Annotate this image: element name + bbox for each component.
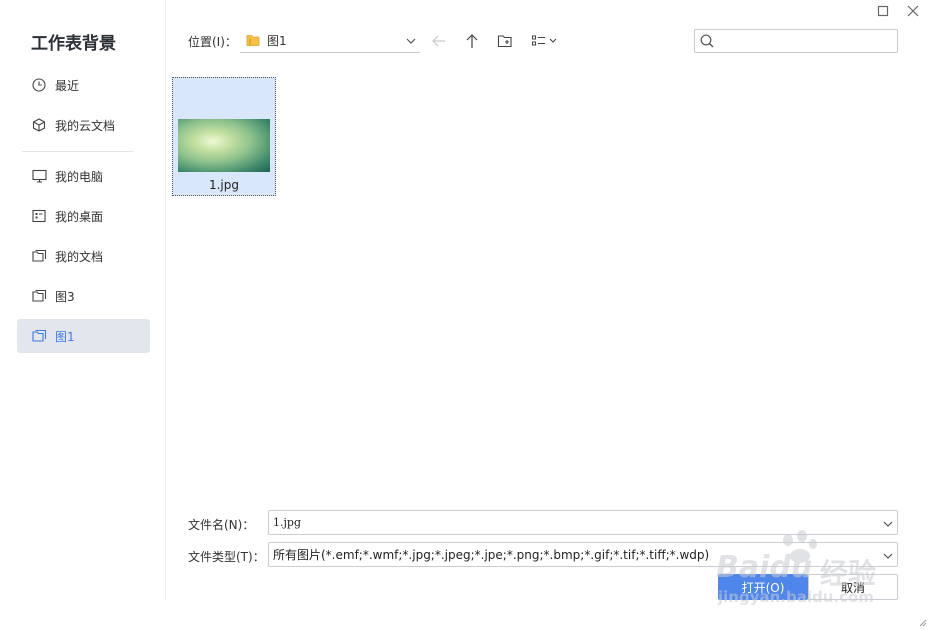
clock-icon — [31, 77, 47, 93]
cube-icon — [31, 117, 47, 133]
view-mode-button[interactable] — [530, 31, 560, 51]
folder-icon — [31, 288, 47, 304]
filename-value: 1.jpg — [273, 516, 301, 529]
search-input[interactable] — [718, 31, 897, 51]
filename-field[interactable]: 1.jpg — [268, 510, 898, 535]
desktop-icon — [31, 208, 47, 224]
sidebar-item-label: 我的桌面 — [55, 209, 104, 224]
sidebar-item-desktop[interactable]: 我的桌面 — [17, 199, 150, 233]
new-folder-icon — [497, 35, 512, 48]
sidebar-item-label: 我的云文档 — [55, 118, 116, 133]
search-box[interactable] — [694, 29, 898, 53]
image-thumbnail — [178, 119, 270, 172]
location-value: 图1 — [267, 33, 287, 48]
file-name: 1.jpg — [208, 178, 240, 192]
sidebar-item-my-computer[interactable]: 我的电脑 — [17, 159, 150, 193]
filetype-value: 所有图片(*.emf;*.wmf;*.jpg;*.jpeg;*.jpe;*.pn… — [273, 548, 710, 562]
sidebar-item-label: 最近 — [55, 78, 80, 93]
cancel-button[interactable]: 取消 — [808, 574, 898, 600]
folder-icon — [31, 328, 47, 344]
sidebar-item-recent[interactable]: 最近 — [17, 68, 150, 102]
arrow-up-icon — [466, 34, 478, 48]
sidebar-item-cloud-docs[interactable]: 我的云文档 — [17, 108, 150, 142]
file-item[interactable]: 1.jpg — [172, 77, 276, 196]
dialog-title: 工作表背景 — [31, 34, 116, 54]
maximize-icon — [877, 5, 889, 17]
new-folder-button[interactable] — [495, 31, 515, 51]
folder-icon — [31, 248, 47, 264]
chevron-down-icon — [883, 550, 893, 564]
filetype-select[interactable]: 所有图片(*.emf;*.wmf;*.jpg;*.jpeg;*.jpe;*.pn… — [268, 542, 898, 567]
window-controls — [874, 2, 922, 20]
sidebar-item-label: 我的电脑 — [55, 169, 104, 184]
sidebar-item-label: 图1 — [55, 329, 75, 344]
chevron-down-icon — [883, 518, 893, 532]
folder-icon — [246, 33, 260, 47]
filetype-label: 文件类型(T)： — [188, 550, 265, 564]
sidebar-item-folder-tu3[interactable]: 图3 — [17, 279, 150, 313]
up-button[interactable] — [462, 31, 482, 51]
sidebar-item-label: 图3 — [55, 289, 75, 304]
location-dropdown[interactable]: 图1 — [240, 28, 420, 53]
monitor-icon — [31, 168, 47, 184]
list-view-icon — [532, 35, 557, 46]
sidebar-item-my-documents[interactable]: 我的文档 — [17, 239, 150, 273]
open-button[interactable]: 打开(O) — [718, 574, 808, 600]
search-icon — [700, 34, 714, 48]
sidebar-divider — [22, 151, 133, 152]
location-label: 位置(I)： — [188, 35, 237, 49]
arrow-left-icon — [432, 35, 445, 47]
back-button[interactable] — [429, 31, 449, 51]
maximize-button[interactable] — [874, 2, 892, 20]
sidebar-item-label: 我的文档 — [55, 249, 104, 264]
sidebar: 工作表背景 最近 我的云文档 我的电脑 我的桌面 我的文档 图3 图1 — [0, 0, 166, 600]
filename-label: 文件名(N)： — [188, 518, 255, 532]
resize-grip-icon[interactable] — [917, 617, 927, 627]
sidebar-item-folder-tu1[interactable]: 图1 — [17, 319, 150, 353]
chevron-down-icon — [406, 35, 416, 49]
close-icon — [907, 5, 919, 17]
close-button[interactable] — [904, 2, 922, 20]
